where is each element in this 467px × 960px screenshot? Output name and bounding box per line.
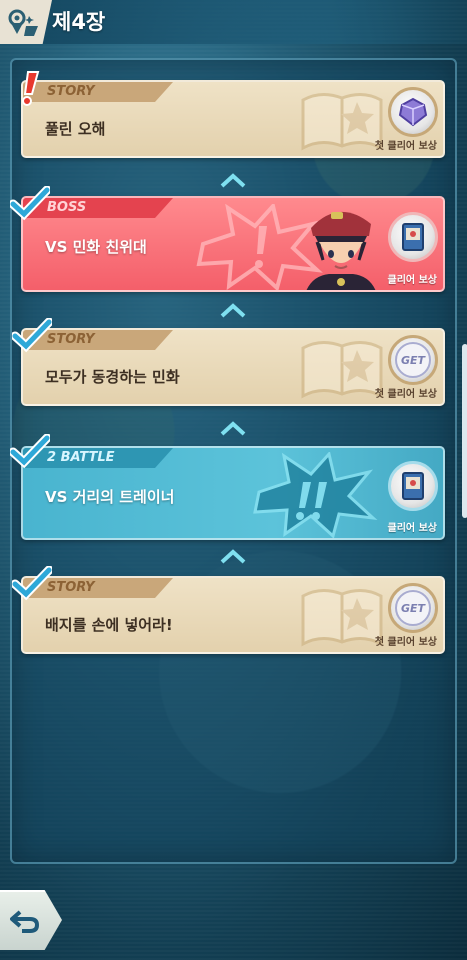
exclamation-icon: [22, 71, 40, 106]
get-badge: GET: [395, 590, 431, 626]
check-icon: [12, 566, 52, 601]
stage-card-2[interactable]: BOSS VS 민화 친위대 클리어 보상: [21, 196, 445, 292]
back-button[interactable]: [0, 890, 62, 950]
stage-name: 모두가 동경하는 민화: [45, 368, 180, 386]
trainer-portrait: [306, 211, 376, 290]
chevron-up-icon: [220, 421, 246, 436]
check-icon: [10, 186, 50, 221]
stage-name: 풀린 오해: [45, 120, 106, 138]
scrollbar-handle[interactable]: [462, 344, 467, 518]
book-icon: [301, 93, 383, 151]
stage-name: 배지를 손에 넣어라!: [45, 616, 173, 634]
card-item-icon: [388, 461, 438, 511]
burst-icon: [253, 452, 378, 538]
book-icon: [301, 341, 383, 399]
get-badge: GET: [395, 342, 431, 378]
chevron-up-icon: [220, 173, 246, 188]
reward-label: 첫 클리어 보상: [374, 637, 437, 648]
stage-card-5[interactable]: STORY 배지를 손에 넣어라! GET 첫 클리어 보상: [21, 576, 445, 654]
stage-card-4[interactable]: 2 BATTLE VS 거리의 트레이너 클리어 보상: [21, 446, 445, 540]
reward-label: 첫 클리어 보상: [374, 141, 437, 152]
get-badge-icon: GET: [388, 335, 438, 385]
chevron-up-icon: [220, 303, 246, 318]
back-arrow-icon: [10, 910, 40, 933]
stage-card-1[interactable]: STORY 풀린 오해 첫 클리어 보상: [21, 80, 445, 158]
check-icon: [12, 318, 52, 353]
stage-name: VS 거리의 트레이너: [45, 488, 175, 506]
chapter-header: 제4장: [0, 0, 467, 44]
stage-card-3[interactable]: STORY 모두가 동경하는 민화 GET 첫 클리어 보상: [21, 328, 445, 406]
reward-label: 클리어 보상: [387, 275, 437, 286]
get-badge-icon: GET: [388, 583, 438, 633]
stage-name: VS 민화 친위대: [45, 238, 147, 256]
crystal-icon: [388, 87, 438, 137]
card-item-icon: [388, 212, 438, 262]
reward-label: 첫 클리어 보상: [374, 389, 437, 400]
reward-label: 클리어 보상: [387, 523, 437, 534]
check-icon: [10, 434, 50, 469]
chapter-title: 제4장: [52, 10, 106, 34]
book-icon: [301, 589, 383, 647]
map-pin-icon: [0, 0, 52, 44]
chevron-up-icon: [220, 549, 246, 564]
